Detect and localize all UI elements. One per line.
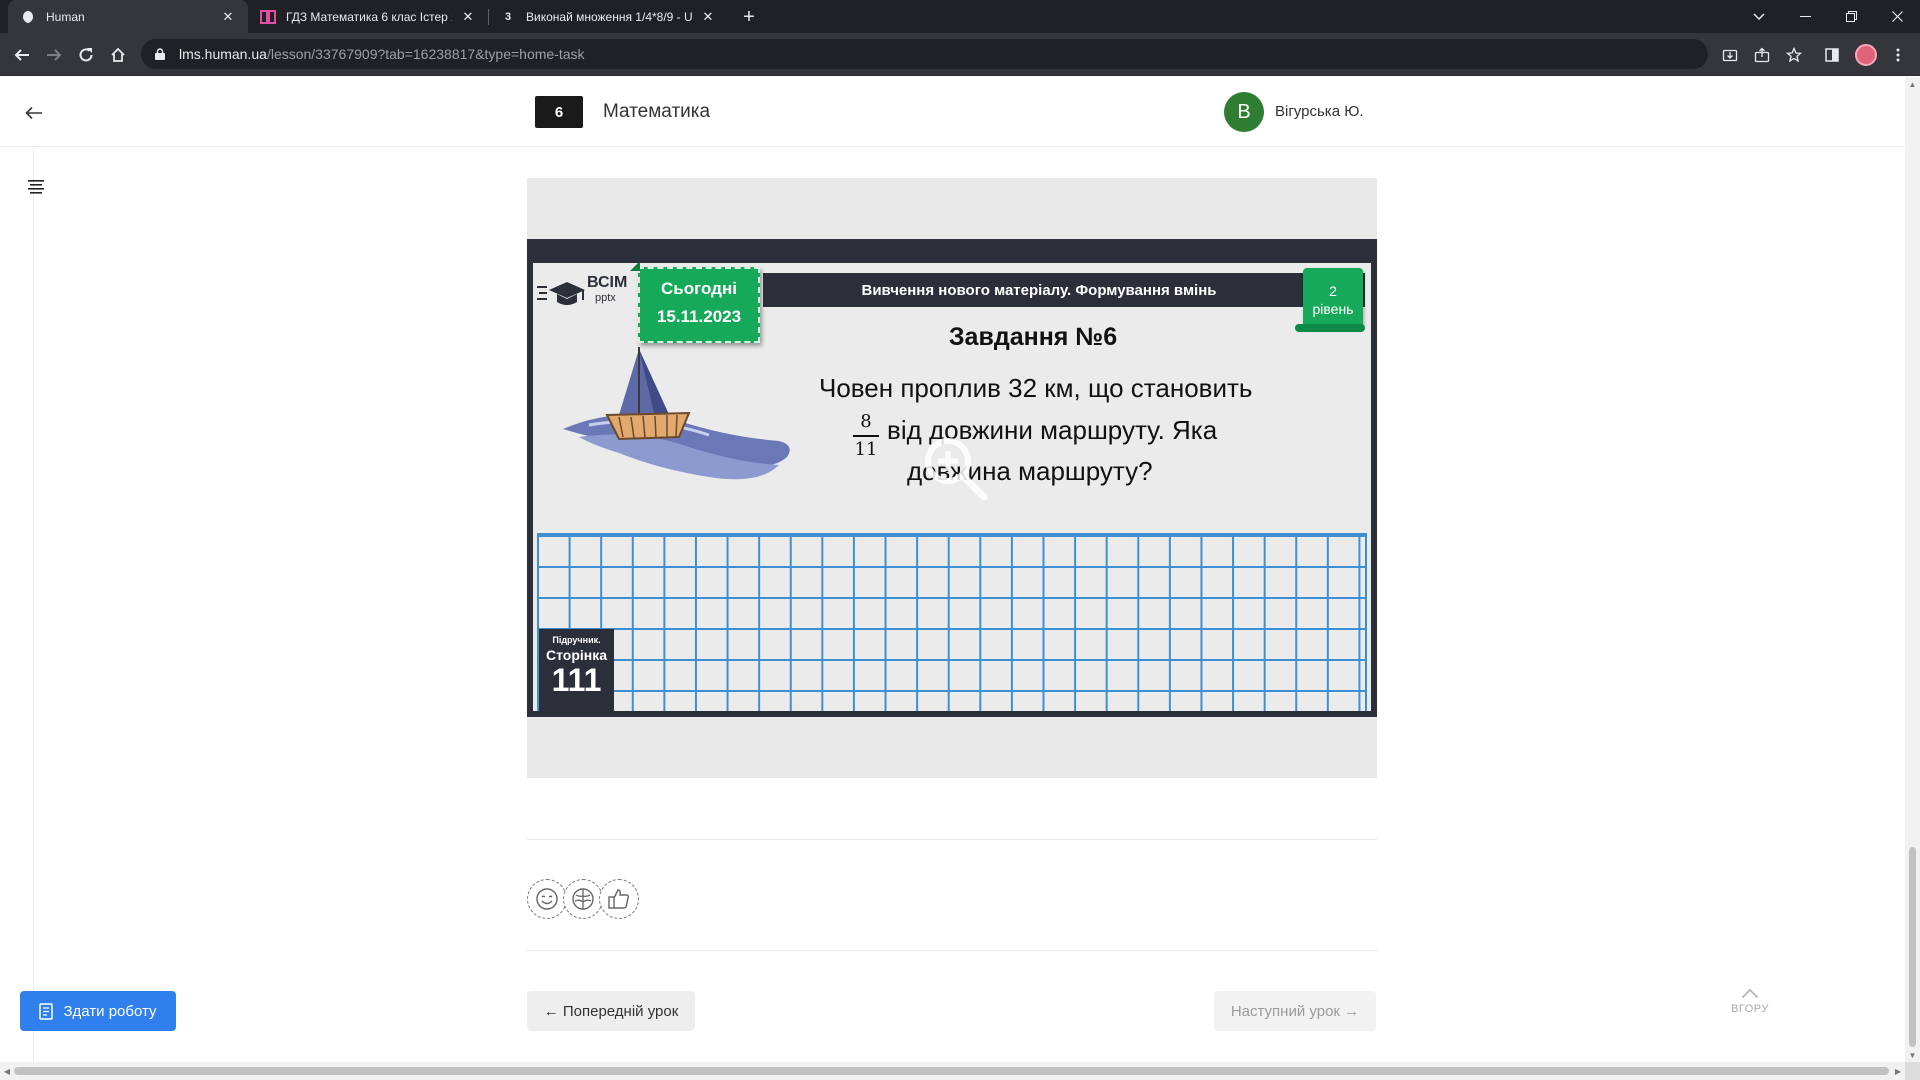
reload-icon[interactable] [72,41,100,69]
grid-paper [537,533,1367,711]
tab-title: Виконай множення 1/4*8/9 - U [526,9,692,24]
submit-label: Здати роботу [63,1002,157,1020]
url-text: lms.human.ua/lesson/33767909?tab=1623881… [179,46,585,62]
fraction-bar [853,435,879,437]
tab-close-icon[interactable]: ✕ [460,9,476,25]
level-word: рівень [1312,301,1354,317]
date-badge: Сьогодні 15.11.2023 [630,263,760,343]
scroll-to-top-label: ВГОРУ [1731,1003,1769,1015]
minimize-icon[interactable] [1782,0,1828,33]
chevron-up-icon [1720,981,1780,1003]
date-badge-fold [630,263,640,271]
install-app-icon[interactable] [1716,41,1744,69]
scroll-to-top-button[interactable]: ВГОРУ [1720,981,1780,1025]
tab-gdz[interactable]: ГДЗ Математика 6 клас Істер 20 ✕ [248,0,488,33]
browser-tab-strip: Human ✕ ГДЗ Математика 6 клас Істер 20 ✕… [0,0,1920,33]
share-icon[interactable] [1748,41,1776,69]
restore-icon[interactable] [1828,0,1874,33]
zoom-magnifier-icon[interactable] [922,435,990,503]
horizontal-scroll-thumb[interactable] [14,1067,1889,1075]
tab-title: Human [46,9,85,24]
back-icon[interactable] [8,41,36,69]
page-label: Сторінка [545,647,608,663]
lesson-page: 6 Математика В Вігурська Ю. ВСІМ pptx Сь… [0,77,1905,1062]
textbook-page-badge: Підручник. Сторінка 111 [539,629,614,711]
reactions [527,879,639,919]
scrollbar-corner [1905,1062,1920,1080]
url-path: /lesson/33767909?tab=16238817&type=home-… [266,46,585,62]
tab-close-icon[interactable]: ✕ [700,9,716,25]
submit-work-button[interactable]: Здати роботу [20,991,176,1031]
document-icon [39,1002,54,1020]
level-number: 2 [1329,283,1337,299]
task-title: Завдання №6 [948,323,1118,351]
gdz-favicon-icon [260,9,276,25]
slide-content: ВСІМ pptx Сьогодні 15.11.2023 Вивчення н… [533,263,1371,711]
teacher-name[interactable]: Вігурська Ю. [1275,103,1364,120]
slide-container[interactable]: ВСІМ pptx Сьогодні 15.11.2023 Вивчення н… [527,178,1377,778]
tab-search-chevron-icon[interactable] [1736,0,1782,33]
fraction-denominator: 11 [854,439,878,460]
bookmark-star-icon[interactable] [1780,41,1808,69]
date-value: 15.11.2023 [656,307,742,326]
scroll-left-arrow-icon[interactable]: ◀ [0,1062,14,1080]
reaction-brain-button[interactable] [563,879,603,919]
date-label: Сьогодні [661,279,737,298]
divider [527,950,1377,951]
reaction-like-button[interactable] [599,879,639,919]
level-badge: 2 рівень [1295,268,1365,332]
next-lesson-button[interactable]: Наступний урок → [1214,991,1376,1031]
task-line-1: Човен проплив 32 км, що становить [819,373,1253,403]
topic-bar: Вивчення нового матеріалу. Формування вм… [763,273,1365,307]
close-window-icon[interactable] [1874,0,1920,33]
previous-lesson-button[interactable]: ← Попередній урок [527,991,695,1031]
scroll-right-arrow-icon[interactable]: ▶ [1891,1062,1905,1080]
forward-icon[interactable] [40,41,68,69]
scroll-down-arrow-icon[interactable]: ▼ [1905,1048,1920,1062]
divider [527,839,1377,840]
tab-title: ГДЗ Математика 6 клас Істер 20 [286,9,452,24]
horizontal-scrollbar[interactable]: ◀ ▶ [0,1062,1905,1080]
smile-icon [536,888,558,910]
page-number: 111 [551,662,602,698]
thumbs-up-icon [608,889,630,909]
tab-human[interactable]: Human ✕ [8,0,248,33]
vertical-scrollbar[interactable]: ▲ ▼ [1905,77,1920,1062]
brain-icon [572,888,594,910]
vertical-scroll-thumb[interactable] [1909,847,1916,1047]
url-host: lms.human.ua [179,46,267,62]
sidebar-divider [33,147,34,1062]
lesson-menu-icon[interactable] [22,173,50,201]
profile-avatar-icon[interactable] [1855,44,1877,66]
human-favicon-icon [20,9,36,25]
side-panel-icon[interactable] [1818,41,1846,69]
browser-menu-icon[interactable] [1884,41,1912,69]
lesson-header: 6 Математика В Вігурська Ю. [0,77,1905,147]
home-icon[interactable] [104,41,132,69]
task-fraction: 8 11 [851,411,881,461]
vsim-logo: ВСІМ pptx [537,272,637,310]
reaction-smile-button[interactable] [527,879,567,919]
fraction-numerator: 8 [860,411,872,432]
tab-close-icon[interactable]: ✕ [220,9,236,25]
subject-title: Математика [603,101,711,122]
textbook-label: Підручник. [552,635,601,645]
slide: ВСІМ pptx Сьогодні 15.11.2023 Вивчення н… [527,239,1377,717]
teacher-avatar[interactable]: В [1224,92,1264,132]
tab-favicon-icon: 3 [504,10,512,23]
back-arrow-icon[interactable] [22,101,46,125]
logo-sub: pptx [595,292,616,304]
tab-multiply[interactable]: 3 Виконай множення 1/4*8/9 - U ✕ [488,0,728,33]
address-bar[interactable]: lms.human.ua/lesson/33767909?tab=1623881… [141,39,1708,69]
scroll-up-arrow-icon[interactable]: ▲ [1905,77,1920,91]
browser-toolbar: lms.human.ua/lesson/33767909?tab=1623881… [0,33,1920,76]
boat-illustration [563,347,790,480]
lock-icon[interactable] [155,47,167,61]
grade-badge: 6 [535,96,583,128]
logo-text: ВСІМ [587,274,628,291]
new-tab-icon[interactable]: + [736,4,762,30]
